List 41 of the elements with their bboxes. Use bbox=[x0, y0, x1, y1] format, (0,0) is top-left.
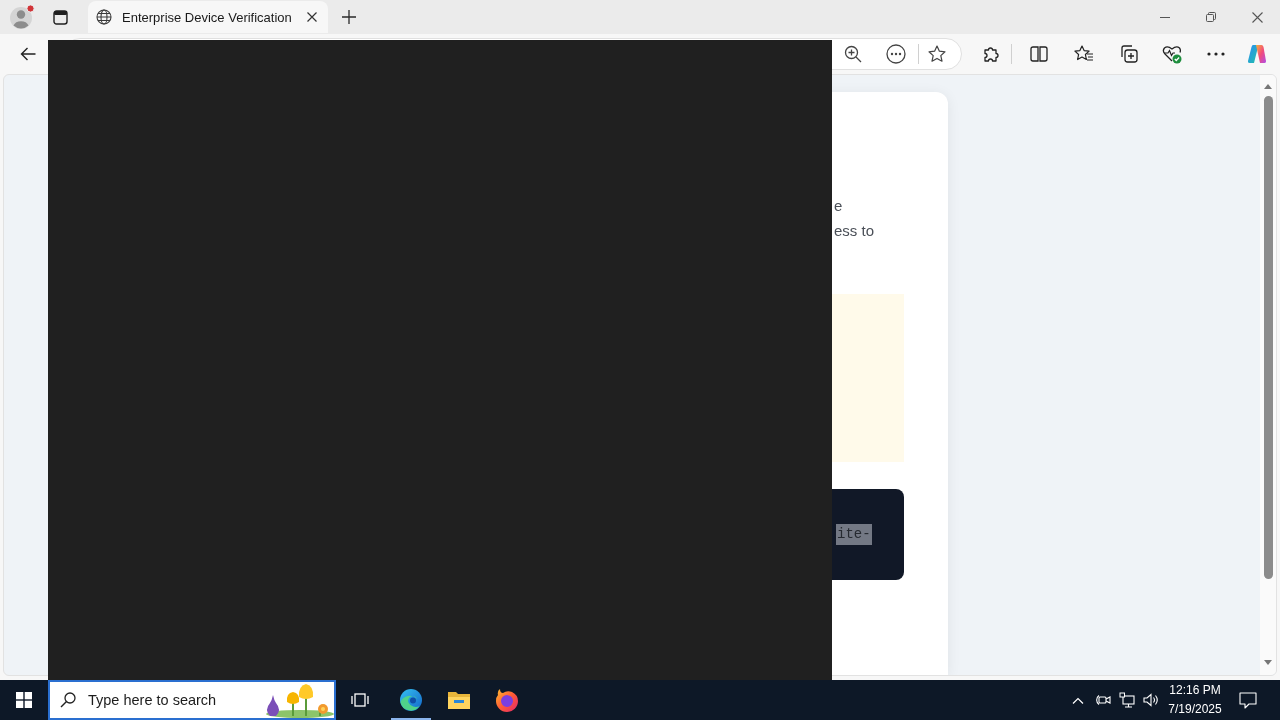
meet-camera-icon[interactable] bbox=[1095, 692, 1111, 708]
scrollbar[interactable] bbox=[1260, 75, 1276, 675]
flame-globe-icon[interactable] bbox=[495, 688, 519, 712]
back-arrow-icon[interactable] bbox=[20, 47, 36, 61]
search-icon bbox=[60, 692, 76, 708]
volume-icon[interactable] bbox=[1143, 692, 1159, 708]
star-icon[interactable] bbox=[928, 45, 946, 63]
restore-icon[interactable] bbox=[1206, 12, 1216, 22]
folder-icon[interactable] bbox=[447, 690, 471, 710]
profile-avatar-icon[interactable] bbox=[9, 4, 35, 30]
scroll-up-icon[interactable] bbox=[1264, 84, 1272, 89]
clock-date[interactable]: 7/19/2025 bbox=[1168, 700, 1222, 719]
search-field[interactable]: Type here to search bbox=[48, 680, 336, 720]
panel-icon[interactable] bbox=[53, 9, 68, 25]
notification-icon[interactable] bbox=[1239, 691, 1257, 709]
gradient-logo-icon[interactable] bbox=[1247, 44, 1267, 64]
heart-check-icon[interactable] bbox=[1162, 44, 1182, 64]
scroll-down-icon[interactable] bbox=[1264, 660, 1272, 665]
globe-icon bbox=[96, 9, 112, 25]
zoom-in-icon[interactable] bbox=[844, 45, 862, 63]
puzzle-icon[interactable] bbox=[982, 45, 1000, 63]
scrollbar-thumb[interactable] bbox=[1263, 96, 1273, 579]
new-tab-icon[interactable] bbox=[342, 10, 356, 24]
body-text: ess to bbox=[834, 221, 875, 241]
favorites-icon[interactable] bbox=[1074, 45, 1094, 63]
split-screen-icon[interactable] bbox=[1030, 46, 1048, 62]
minimize-icon[interactable] bbox=[1160, 16, 1170, 18]
highlighted-code: ite- bbox=[836, 524, 872, 545]
close-icon[interactable] bbox=[1251, 11, 1263, 23]
swirl-browser-icon[interactable] bbox=[399, 688, 423, 712]
start-logo-icon[interactable] bbox=[16, 692, 32, 708]
task-view-icon[interactable] bbox=[351, 692, 369, 708]
more-icon[interactable] bbox=[1207, 52, 1225, 56]
collections-icon[interactable] bbox=[1118, 44, 1138, 64]
browser-tab[interactable]: Enterprise Device Verification bbox=[88, 1, 328, 33]
network-icon[interactable] bbox=[1119, 692, 1135, 708]
chevron-up-icon[interactable] bbox=[1072, 696, 1084, 704]
clock-time[interactable]: 12:16 PM bbox=[1169, 681, 1221, 700]
close-icon[interactable] bbox=[307, 12, 317, 22]
more-options-icon[interactable] bbox=[886, 44, 906, 64]
body-text: e bbox=[834, 196, 843, 216]
